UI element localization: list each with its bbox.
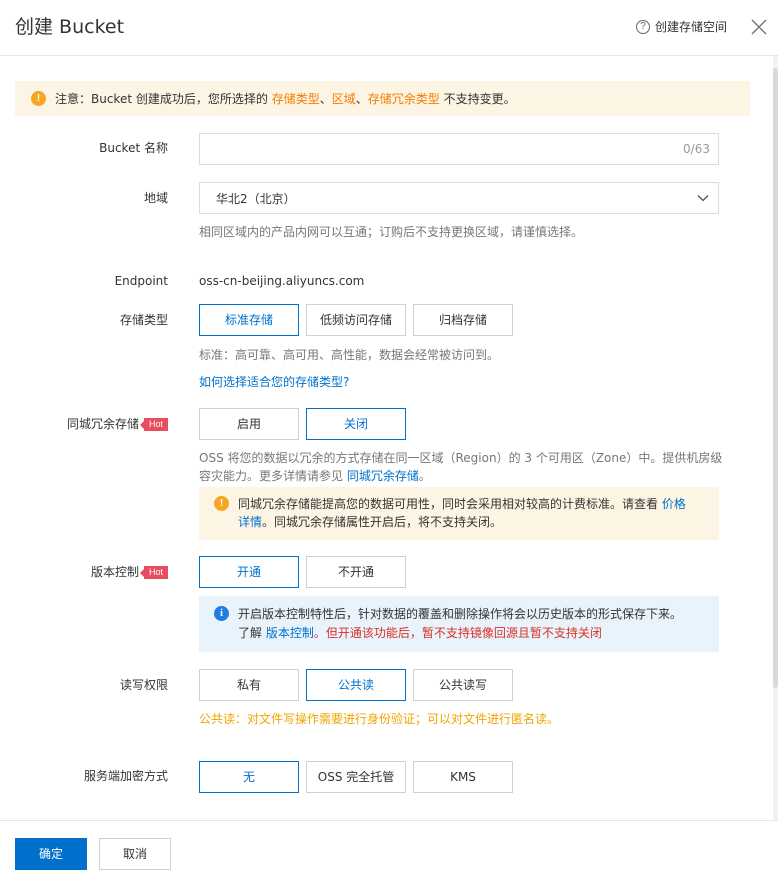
versioning-info-line2: 了解 版本控制。但开通该功能后，暂不支持镜像回源且暂不支持关闭 xyxy=(238,624,703,643)
versioning-label: 版本控制 Hot xyxy=(0,563,168,581)
zrs-warning-box: ! 同城冗余存储能提高您的数据可用性，同时会采用相对较高的计费标准。请查看 价格… xyxy=(199,487,719,540)
cancel-button[interactable]: 取消 xyxy=(99,838,171,870)
versioning-label-text: 版本控制 xyxy=(90,565,139,579)
zrs-hint-line2-text: 容灾能力。更多详情请参见 xyxy=(199,469,347,483)
notice-region: 区域 xyxy=(331,92,356,106)
warning-icon: ! xyxy=(214,496,229,511)
storage-class-help-link[interactable]: 如何选择适合您的存储类型? xyxy=(199,373,349,391)
dialog-title: 创建 Bucket xyxy=(15,16,125,38)
notice-sep2: 、 xyxy=(355,92,368,106)
acl-public-read-option[interactable]: 公共读 xyxy=(306,669,406,701)
acl-warning: 公共读：对文件写操作需要进行身份验证；可以对文件进行匿名读。 xyxy=(199,712,560,726)
storage-class-standard[interactable]: 标准存储 xyxy=(199,304,299,336)
zrs-hint: OSS 将您的数据以冗余的方式存储在同一区域（Region）的 3 个可用区（Z… xyxy=(199,449,729,485)
bucket-name-input[interactable]: 0/63 xyxy=(199,133,719,165)
encryption-kms-option[interactable]: KMS xyxy=(413,761,513,793)
versioning-enable-option[interactable]: 开通 xyxy=(199,556,299,588)
region-selected-value: 华北2（北京） xyxy=(216,192,296,206)
hot-badge: Hot xyxy=(139,418,168,431)
storage-class-archive[interactable]: 归档存储 xyxy=(413,304,513,336)
storage-class-label: 存储类型 xyxy=(119,313,168,327)
notice-text: 注意：Bucket 创建成功后，您所选择的 存储类型、区域、存储冗余类型 不支持… xyxy=(55,90,516,107)
hot-badge: Hot xyxy=(139,566,168,579)
confirm-button[interactable]: 确定 xyxy=(15,838,87,870)
versioning-info-warning: 。但开通该功能后，暂不支持镜像回源且暂不支持关闭 xyxy=(313,626,602,640)
versioning-disable-option[interactable]: 不开通 xyxy=(306,556,406,588)
acl-label: 读写权限 xyxy=(119,678,168,692)
zrs-warning-line1: 同城冗余存储能提高您的数据可用性，同时会采用相对较高的计费标准。请查看 价格 xyxy=(238,495,703,513)
bucket-name-counter: 0/63 xyxy=(683,142,710,156)
chevron-down-icon xyxy=(697,195,709,202)
versioning-doc-link[interactable]: 版本控制 xyxy=(266,626,314,640)
zrs-disable-option[interactable]: 关闭 xyxy=(306,408,406,440)
endpoint-value: oss-cn-beijing.aliyuncs.com xyxy=(199,274,365,288)
endpoint-label: Endpoint xyxy=(114,274,168,288)
scrollbar-thumb[interactable] xyxy=(773,68,778,688)
zrs-label-text: 同城冗余存储 xyxy=(66,417,139,431)
help-link-label: 创建存储空间 xyxy=(655,20,728,34)
notice-suffix: 不支持变更。 xyxy=(439,92,516,106)
acl-public-read-write-option[interactable]: 公共读写 xyxy=(413,669,513,701)
notice-storage-class: 存储类型 xyxy=(271,92,320,106)
info-icon: i xyxy=(214,606,229,621)
encryption-label: 服务端加密方式 xyxy=(83,769,168,783)
versioning-info-prefix: 了解 xyxy=(238,626,266,640)
zrs-warning-text1: 同城冗余存储能提高您的数据可用性，同时会采用相对较高的计费标准。请查看 xyxy=(238,497,662,511)
notice-redundancy: 存储冗余类型 xyxy=(367,92,440,106)
zrs-hint-line1: OSS 将您的数据以冗余的方式存储在同一区域（Region）的 3 个可用区（Z… xyxy=(199,451,723,465)
region-hint: 相同区域内的产品内网可以互通；订购后不支持更换区域，请谨慎选择。 xyxy=(199,225,584,239)
storage-class-ia[interactable]: 低频访问存储 xyxy=(306,304,406,336)
zrs-hint-line2: 容灾能力。更多详情请参见 同城冗余存储。 xyxy=(199,467,729,485)
zrs-price-detail-link[interactable]: 详情 xyxy=(238,515,262,529)
scrollbar[interactable] xyxy=(773,56,778,820)
notice-prefix: 注意：Bucket 创建成功后，您所选择的 xyxy=(55,92,272,106)
encryption-none-option[interactable]: 无 xyxy=(199,761,299,793)
zrs-warning-line2: 详情。同城冗余存储属性开启后，将不支持关闭。 xyxy=(238,513,703,531)
versioning-info-line1: 开启版本控制特性后，针对数据的覆盖和删除操作将会以历史版本的形式保存下来。 xyxy=(238,607,683,621)
notice-sep1: 、 xyxy=(319,92,332,106)
dialog-header: 创建 Bucket ? 创建存储空间 xyxy=(0,0,778,56)
create-bucket-help-link[interactable]: ? 创建存储空间 xyxy=(636,18,727,36)
encryption-oss-option[interactable]: OSS 完全托管 xyxy=(306,761,406,793)
zrs-warning-text2: 。同城冗余存储属性开启后，将不支持关闭。 xyxy=(262,515,503,529)
zrs-label: 同城冗余存储 Hot xyxy=(0,415,168,433)
close-icon[interactable] xyxy=(748,16,770,38)
zrs-price-link[interactable]: 价格 xyxy=(662,497,686,511)
zrs-enable-option[interactable]: 启用 xyxy=(199,408,299,440)
region-select[interactable]: 华北2（北京） xyxy=(199,182,719,214)
warning-icon: ! xyxy=(31,91,46,106)
bucket-name-label: Bucket 名称 xyxy=(99,141,168,155)
dialog-footer: 确定 取消 xyxy=(0,820,778,877)
question-circle-icon: ? xyxy=(636,20,650,34)
versioning-info-box: i 开启版本控制特性后，针对数据的覆盖和删除操作将会以历史版本的形式保存下来。 … xyxy=(199,596,719,652)
immutable-settings-notice: ! 注意：Bucket 创建成功后，您所选择的 存储类型、区域、存储冗余类型 不… xyxy=(15,81,750,116)
region-label: 地域 xyxy=(143,191,168,205)
zrs-hint-end: 。 xyxy=(418,469,431,483)
zrs-doc-link[interactable]: 同城冗余存储 xyxy=(347,469,419,483)
acl-private-option[interactable]: 私有 xyxy=(199,669,299,701)
storage-class-hint: 标准：高可靠、高可用、高性能，数据会经常被访问到。 xyxy=(199,348,500,362)
